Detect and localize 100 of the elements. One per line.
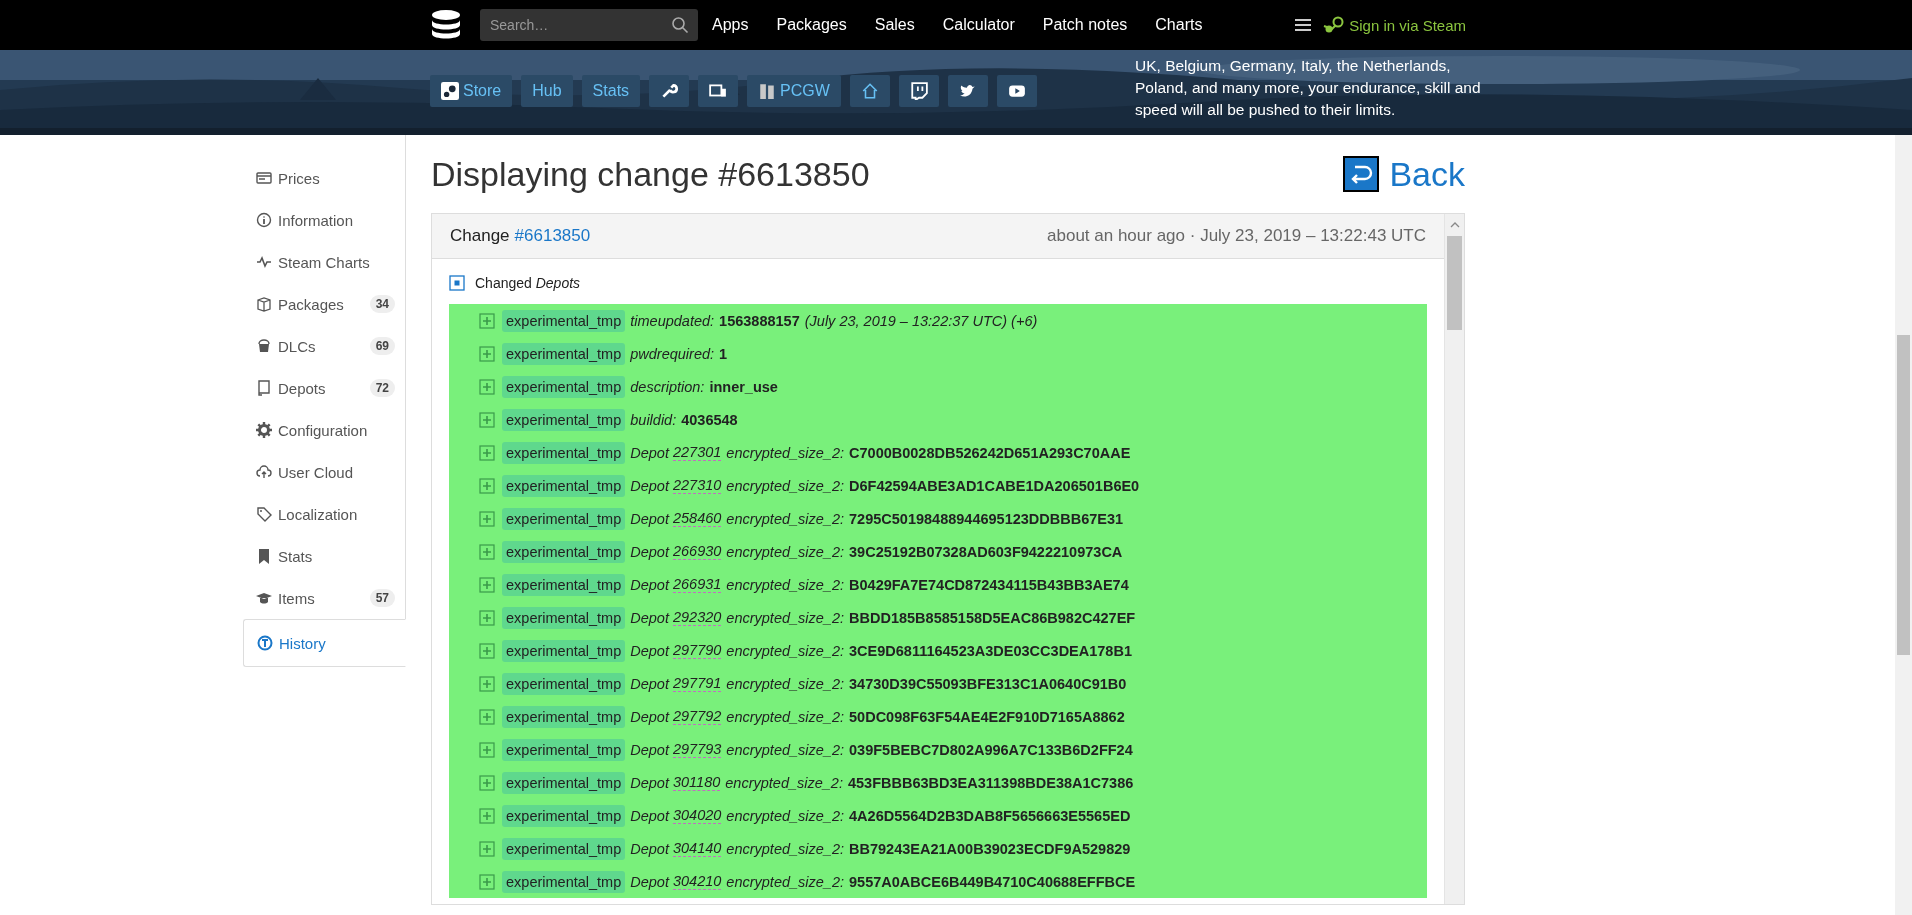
depot-label: Depot <box>630 873 669 890</box>
depot-link[interactable]: 304140 <box>672 840 722 857</box>
wrench-button[interactable] <box>649 75 690 107</box>
depot-link[interactable]: 292320 <box>672 609 722 626</box>
plus-icon[interactable] <box>479 345 495 362</box>
sidebar-item[interactable]: History <box>243 619 406 667</box>
sidebar-item[interactable]: Items 57 <box>243 577 405 619</box>
nav-link[interactable]: Packages <box>776 16 847 34</box>
plus-icon[interactable] <box>479 543 495 560</box>
sidebar-item[interactable]: User Cloud <box>243 451 405 493</box>
depot-link[interactable]: 266931 <box>672 576 722 593</box>
play-icon <box>1007 82 1026 100</box>
plus-icon[interactable] <box>479 840 495 857</box>
field-key: encrypted_size_2: <box>726 675 845 692</box>
sidebar-item[interactable]: Depots 72 <box>243 367 405 409</box>
field-key: description: <box>630 378 705 395</box>
field-key: timeupdated: <box>630 312 715 329</box>
field-value: C7000B0028DB526242D651A293C70AAE <box>849 444 1131 461</box>
nav-link[interactable]: Sales <box>874 16 915 34</box>
page-scrollbar[interactable] <box>1895 135 1912 915</box>
section-heading: Changed Depots <box>475 274 581 291</box>
sidebar-item[interactable]: Prices <box>243 157 405 199</box>
plus-icon[interactable] <box>479 675 495 692</box>
depot-link[interactable]: 297791 <box>672 675 722 692</box>
plus-icon[interactable] <box>479 741 495 758</box>
field-key: encrypted_size_2: <box>726 807 845 824</box>
plus-icon[interactable] <box>479 609 495 626</box>
depot-link[interactable]: 227301 <box>672 444 722 461</box>
sign-in-link[interactable]: Sign in via Steam <box>1323 16 1466 34</box>
nav-link[interactable]: Charts <box>1155 16 1203 34</box>
depot-link[interactable]: 227310 <box>672 477 722 494</box>
field-value: 39C25192B07328AD603F9422210973CA <box>849 543 1123 560</box>
plus-icon[interactable] <box>479 873 495 890</box>
plus-icon[interactable] <box>479 576 495 593</box>
plus-icon[interactable] <box>479 510 495 527</box>
field-key: encrypted_size_2: <box>726 477 845 494</box>
cloud-icon <box>256 464 272 480</box>
plus-icon[interactable] <box>479 708 495 725</box>
field-value: BB79243EA21A00B39023ECDF9A529829 <box>849 840 1131 857</box>
link-button[interactable]: Stats <box>581 75 641 107</box>
youtube-button[interactable] <box>996 75 1037 107</box>
nav-link[interactable]: Apps <box>712 16 749 34</box>
sidebar-item[interactable]: DLCs 69 <box>243 325 405 367</box>
change-time: about an hour ago · July 23, 2019 – 13:22:43 UTC <box>1047 226 1426 246</box>
toggle-icon[interactable] <box>449 274 465 291</box>
plus-icon[interactable] <box>479 642 495 659</box>
sidebar-item[interactable]: Localization <box>243 493 405 535</box>
scrollbar[interactable] <box>1444 214 1464 904</box>
link-button[interactable]: Hub <box>521 75 573 107</box>
nav-link[interactable]: Patch notes <box>1042 16 1128 34</box>
branch-tag: experimental_tmp <box>502 573 626 596</box>
back-button[interactable]: Back <box>1343 154 1465 194</box>
depot-label: Depot <box>630 840 669 857</box>
twitter-button[interactable] <box>947 75 988 107</box>
field-value: inner_use <box>709 378 778 395</box>
card-icon <box>256 170 272 186</box>
sidebar-item[interactable]: Information <box>243 199 405 241</box>
plus-icon[interactable] <box>479 807 495 824</box>
depot-label: Depot <box>630 741 669 758</box>
depot-label: Depot <box>630 444 669 461</box>
plus-icon[interactable] <box>479 312 495 329</box>
sidebar-item[interactable]: Packages 34 <box>243 283 405 325</box>
count-badge: 57 <box>369 589 395 607</box>
branch-tag: experimental_tmp <box>502 771 626 794</box>
search-icon[interactable] <box>671 16 689 34</box>
home-button[interactable] <box>849 75 890 107</box>
sidebar-item[interactable]: Stats <box>243 535 405 577</box>
twitch-button[interactable] <box>898 75 939 107</box>
pcgw-button[interactable]: PCGW <box>747 75 841 107</box>
depot-link[interactable]: 258460 <box>672 510 722 527</box>
depot-link[interactable]: 266930 <box>672 543 722 560</box>
value-note: (July 23, 2019 – 13:22:37 UTC) (+6) <box>804 312 1038 329</box>
depot-link[interactable]: 297793 <box>672 741 722 758</box>
field-value: 4036548 <box>681 411 738 428</box>
monitor-button[interactable] <box>698 75 739 107</box>
plus-icon[interactable] <box>479 477 495 494</box>
plus-icon[interactable] <box>479 378 495 395</box>
depot-link[interactable]: 304210 <box>672 873 722 890</box>
depot-link[interactable]: 301180 <box>672 774 721 791</box>
sidebar-item[interactable]: Steam Charts <box>243 241 405 283</box>
steam-icon <box>441 82 459 100</box>
plus-icon[interactable] <box>479 411 495 428</box>
depot-link[interactable]: 297790 <box>672 642 722 659</box>
branch-tag: experimental_tmp <box>502 540 626 563</box>
plus-icon[interactable] <box>479 774 495 791</box>
menu-icon[interactable] <box>1295 18 1312 32</box>
book-icon <box>256 380 272 396</box>
depot-link[interactable]: 304020 <box>672 807 722 824</box>
scroll-thumb[interactable] <box>1897 335 1910 655</box>
depot-link[interactable]: 297792 <box>672 708 722 725</box>
plus-icon[interactable] <box>479 444 495 461</box>
nav-link[interactable]: Calculator <box>942 16 1015 34</box>
sidebar-item[interactable]: Configuration <box>243 409 405 451</box>
depot-label: Depot <box>630 543 669 560</box>
scroll-thumb[interactable] <box>1447 236 1462 330</box>
branch-tag: experimental_tmp <box>502 738 626 761</box>
search-field[interactable]: Search… <box>480 9 698 41</box>
change-link[interactable]: #6613850 <box>514 226 591 246</box>
home-icon <box>860 82 879 100</box>
steam-button[interactable]: Store <box>430 75 513 107</box>
